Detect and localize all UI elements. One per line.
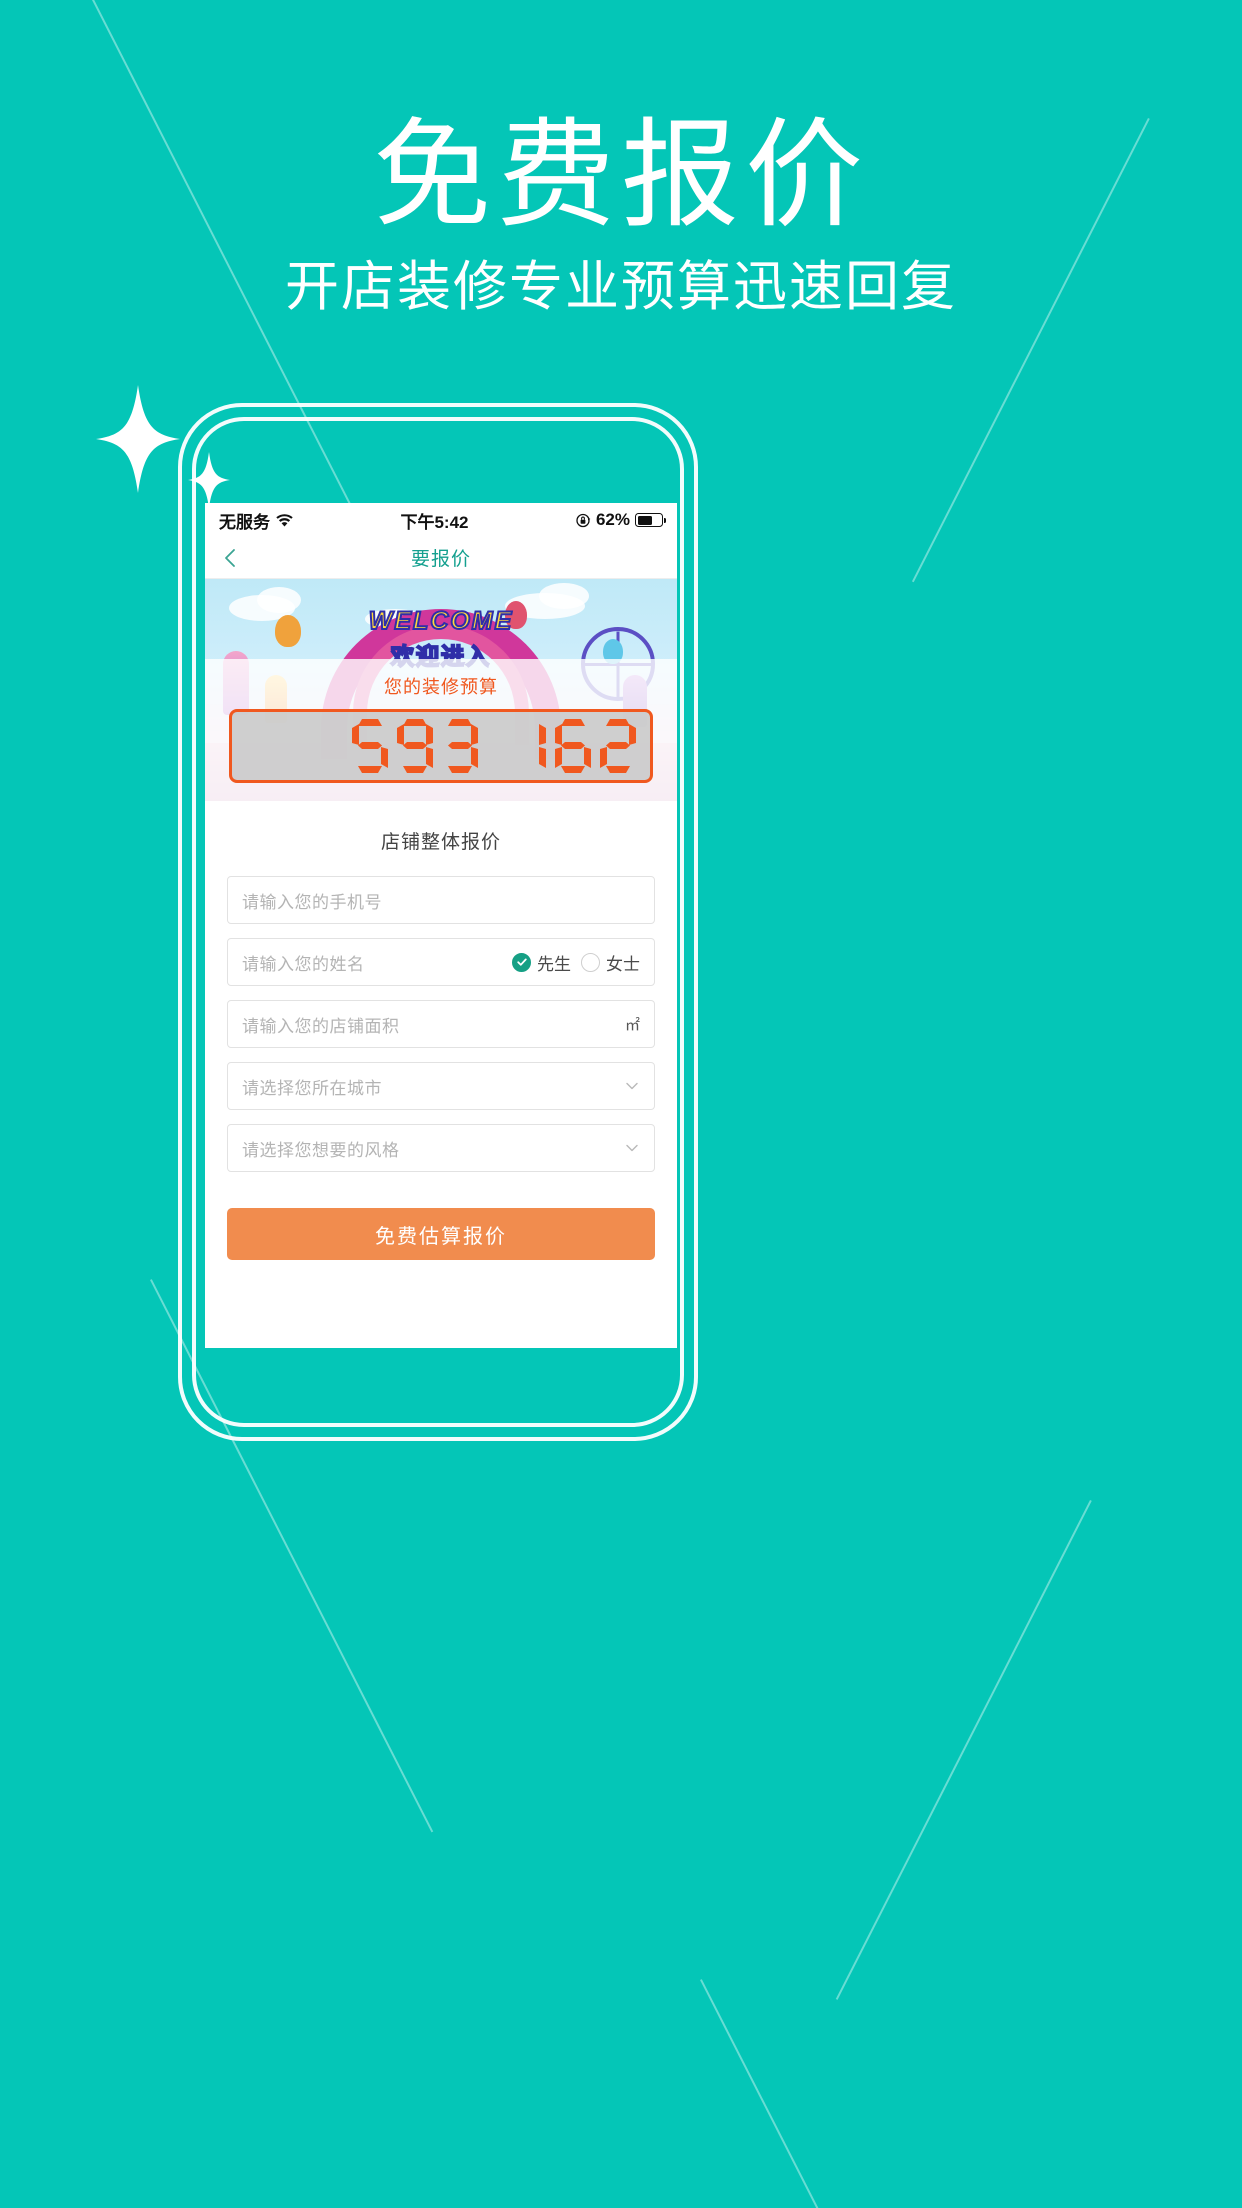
decor-line (700, 1979, 838, 2208)
gender-option-male-label: 先生 (537, 954, 571, 974)
budget-lcd-display (229, 709, 653, 783)
city-select-placeholder: 请选择您所在城市 (242, 1078, 382, 1098)
submit-button[interactable]: 免费估算报价 (227, 1208, 655, 1260)
status-time: 下午5:42 (400, 512, 469, 532)
promo-banner: WELCOME 欢迎进入 您的装修预算 (205, 579, 677, 801)
phone-field[interactable]: 请输入您的手机号 (227, 876, 655, 924)
budget-label: 您的装修预算 (384, 677, 498, 697)
lcd-digit (600, 719, 636, 773)
page-subtitle: 开店装修专业预算迅速回复 (285, 257, 957, 317)
battery-percent-label: 62% (595, 510, 630, 529)
hot-air-balloon-icon (275, 615, 301, 647)
gender-option-male[interactable]: 先生 (512, 950, 571, 975)
decor-line (835, 1500, 1092, 2000)
chevron-left-icon (225, 548, 235, 567)
area-unit-label: ㎡ (624, 1016, 640, 1034)
gender-radio-group: 先生 女士 (512, 950, 640, 975)
phone-field-placeholder: 请输入您的手机号 (242, 892, 382, 912)
status-left: 无服务 (219, 508, 293, 533)
quote-form: 店铺整体报价 请输入您的手机号 请输入您的姓名 先生 女士 请输入您的店铺面积 … (205, 801, 677, 1260)
area-field-placeholder: 请输入您的店铺面积 (242, 1016, 400, 1036)
cloud-decor (539, 583, 589, 609)
lcd-digit (397, 719, 433, 773)
form-section-title: 店铺整体报价 (380, 832, 501, 853)
lcd-digit (442, 719, 478, 773)
battery-icon (635, 513, 666, 527)
name-field[interactable]: 请输入您的姓名 先生 女士 (227, 938, 655, 986)
radio-unchecked-icon (581, 952, 600, 972)
poster-header: 免费报价 开店装修专业预算迅速回复 (0, 0, 1242, 317)
cloud-decor (257, 587, 301, 613)
nav-bar: 要报价 (205, 537, 677, 579)
name-field-placeholder: 请输入您的姓名 (242, 954, 365, 974)
wifi-icon (276, 513, 293, 526)
lcd-digit (352, 719, 388, 773)
sparkle-icon (96, 385, 180, 493)
phone-screen: 无服务 下午5:42 62% 要报价 WELCOME 欢迎进入 您的装修预算 店… (205, 503, 677, 1348)
back-button[interactable] (219, 546, 243, 570)
lcd-digit (510, 719, 546, 773)
city-select[interactable]: 请选择您所在城市 (227, 1062, 655, 1110)
page-title: 免费报价 (372, 111, 869, 242)
gender-option-female-label: 女士 (606, 954, 640, 974)
budget-overlay: 您的装修预算 (205, 659, 677, 801)
welcome-en-label: WELCOME (368, 606, 514, 636)
status-bar: 无服务 下午5:42 62% (205, 503, 677, 537)
gender-option-female[interactable]: 女士 (581, 950, 640, 975)
radio-checked-icon (512, 952, 531, 972)
nav-title: 要报价 (410, 549, 471, 570)
poster-root: 免费报价 开店装修专业预算迅速回复 无服务 下午5:42 62% 要报价 WEL… (0, 0, 1242, 2208)
chevron-down-icon (626, 1144, 638, 1152)
area-field[interactable]: 请输入您的店铺面积 ㎡ (227, 1000, 655, 1048)
style-select-placeholder: 请选择您想要的风格 (242, 1140, 400, 1160)
status-right: 62% (576, 510, 666, 530)
rotation-lock-icon (576, 513, 591, 527)
carrier-label: 无服务 (219, 512, 270, 532)
style-select[interactable]: 请选择您想要的风格 (227, 1124, 655, 1172)
chevron-down-icon (626, 1082, 638, 1090)
lcd-digit (555, 719, 591, 773)
